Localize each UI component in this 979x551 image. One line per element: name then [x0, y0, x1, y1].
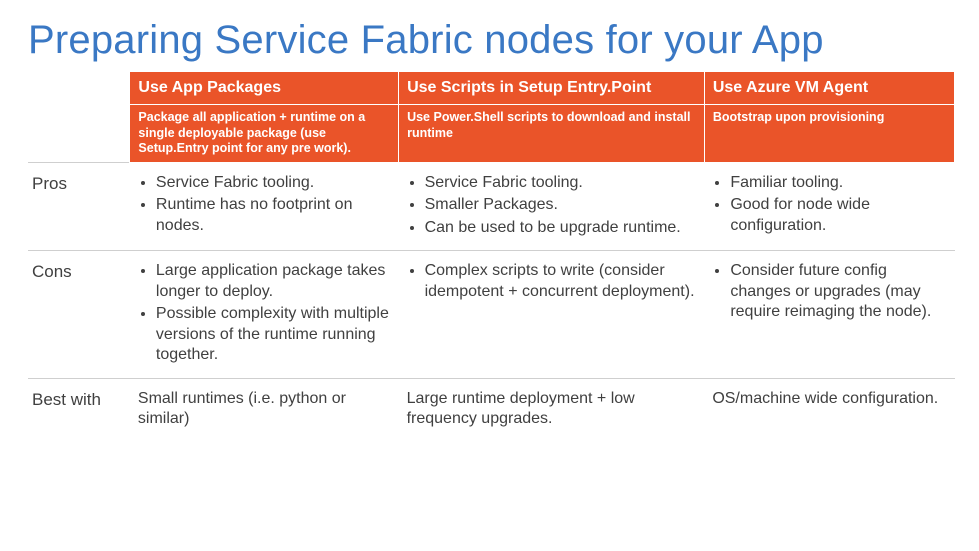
- table-header-row: Use App Packages Use Scripts in Setup En…: [28, 72, 955, 105]
- list-item: Consider future config changes or upgrad…: [730, 261, 946, 322]
- list-pros-c1: Service Fabric tooling. Runtime has no f…: [138, 173, 391, 236]
- row-best-with: Best with Small runtimes (i.e. python or…: [28, 378, 955, 439]
- list-item: Good for node wide configuration.: [730, 195, 946, 236]
- slide-title: Preparing Service Fabric nodes for your …: [28, 18, 955, 63]
- row-label-cons: Cons: [28, 251, 130, 378]
- list-item: Possible complexity with multiple versio…: [156, 304, 391, 365]
- list-item: Smaller Packages.: [425, 195, 697, 215]
- subheader-blank: [28, 105, 130, 163]
- row-pros: Pros Service Fabric tooling. Runtime has…: [28, 162, 955, 250]
- list-cons-c3: Consider future config changes or upgrad…: [712, 261, 946, 322]
- col-sub-scripts: Use Power.Shell scripts to download and …: [399, 105, 705, 163]
- cell-cons-c3: Consider future config changes or upgrad…: [704, 251, 954, 378]
- slide: Preparing Service Fabric nodes for your …: [0, 0, 979, 551]
- row-label-best: Best with: [28, 378, 130, 439]
- cell-pros-c3: Familiar tooling. Good for node wide con…: [704, 162, 954, 250]
- list-pros-c2: Service Fabric tooling. Smaller Packages…: [407, 173, 697, 238]
- cell-cons-c2: Complex scripts to write (consider idemp…: [399, 251, 705, 378]
- cell-best-c3: OS/machine wide configuration.: [704, 378, 954, 439]
- list-item: Large application package takes longer t…: [156, 261, 391, 302]
- list-item: Can be used to be upgrade runtime.: [425, 218, 697, 238]
- list-item: Service Fabric tooling.: [425, 173, 697, 193]
- comparison-table: Use App Packages Use Scripts in Setup En…: [28, 71, 955, 439]
- col-sub-app-packages: Package all application + runtime on a s…: [130, 105, 399, 163]
- table-subheader-row: Package all application + runtime on a s…: [28, 105, 955, 163]
- list-pros-c3: Familiar tooling. Good for node wide con…: [712, 173, 946, 236]
- col-header-scripts: Use Scripts in Setup Entry.Point: [399, 72, 705, 105]
- list-item: Familiar tooling.: [730, 173, 946, 193]
- row-label-pros: Pros: [28, 162, 130, 250]
- row-cons: Cons Large application package takes lon…: [28, 251, 955, 378]
- cell-cons-c1: Large application package takes longer t…: [130, 251, 399, 378]
- list-cons-c1: Large application package takes longer t…: [138, 261, 391, 365]
- cell-best-c2: Large runtime deployment + low frequency…: [399, 378, 705, 439]
- col-header-vm-agent: Use Azure VM Agent: [704, 72, 954, 105]
- cell-pros-c2: Service Fabric tooling. Smaller Packages…: [399, 162, 705, 250]
- header-blank: [28, 72, 130, 105]
- list-item: Runtime has no footprint on nodes.: [156, 195, 391, 236]
- col-header-app-packages: Use App Packages: [130, 72, 399, 105]
- col-sub-vm-agent: Bootstrap upon provisioning: [704, 105, 954, 163]
- cell-best-c1: Small runtimes (i.e. python or similar): [130, 378, 399, 439]
- list-item: Service Fabric tooling.: [156, 173, 391, 193]
- cell-pros-c1: Service Fabric tooling. Runtime has no f…: [130, 162, 399, 250]
- list-item: Complex scripts to write (consider idemp…: [425, 261, 697, 302]
- list-cons-c2: Complex scripts to write (consider idemp…: [407, 261, 697, 302]
